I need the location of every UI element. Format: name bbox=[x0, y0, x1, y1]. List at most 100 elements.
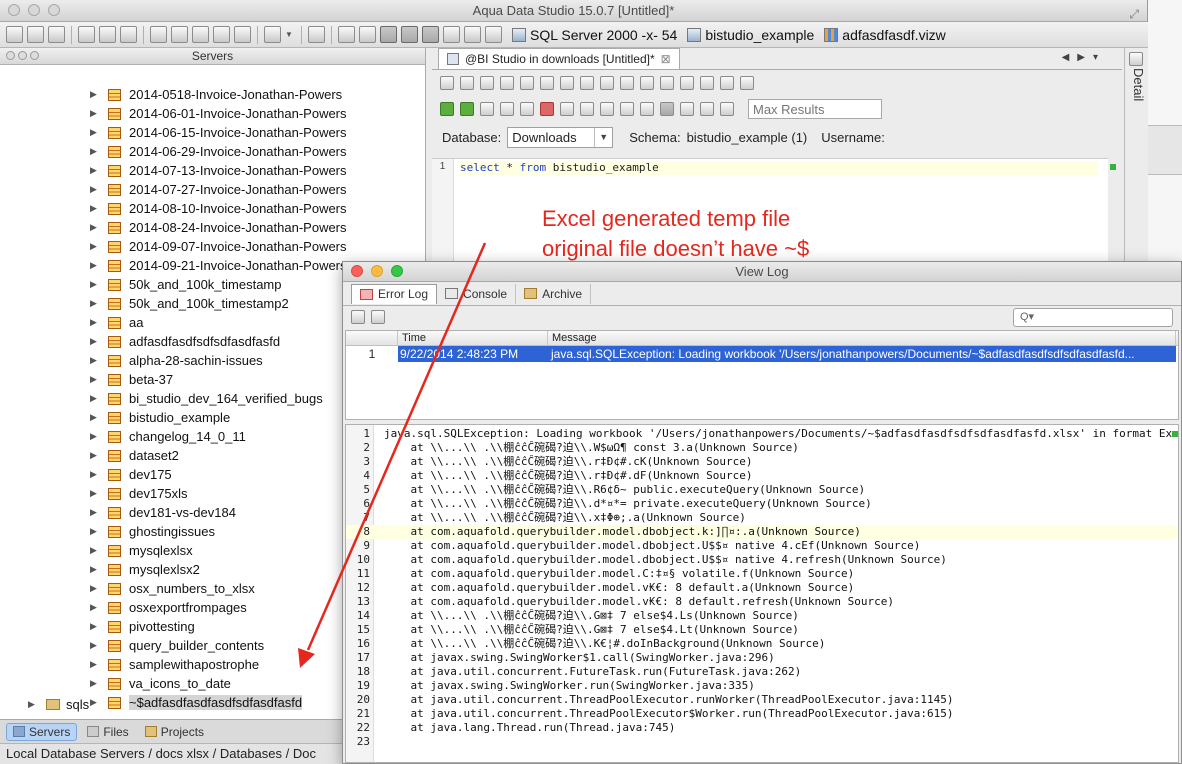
trace-line[interactable]: 22 at java.lang.Thread.run(Thread.java:7… bbox=[346, 721, 1178, 735]
detail-panel-label[interactable]: Detail bbox=[1131, 68, 1146, 101]
tree-node-database[interactable]: ▶ samplewithapostrophe bbox=[90, 655, 259, 674]
replace-icon[interactable] bbox=[700, 76, 714, 90]
tree-node-database[interactable]: ▶ aa bbox=[90, 313, 143, 332]
tree-node-database[interactable]: ▶ beta-37 bbox=[90, 370, 173, 389]
er-diagram-icon[interactable] bbox=[234, 26, 251, 43]
expand-arrow-icon[interactable]: ▶ bbox=[90, 697, 100, 708]
connection-vizw[interactable]: adfasdfasdf.vizw bbox=[824, 27, 946, 43]
undo-icon[interactable] bbox=[640, 76, 654, 90]
expand-arrow-icon[interactable]: ▶ bbox=[90, 355, 100, 366]
execute-current-icon[interactable] bbox=[480, 102, 494, 116]
expand-arrow-icon[interactable]: ▶ bbox=[90, 260, 100, 271]
font-decrease-icon[interactable] bbox=[720, 76, 734, 90]
expand-arrow-icon[interactable]: ▶ bbox=[90, 678, 100, 689]
redo-icon[interactable] bbox=[660, 76, 674, 90]
tree-node-database[interactable]: ▶ osx_numbers_to_xlsx bbox=[90, 579, 255, 598]
expand-arrow-icon[interactable]: ▶ bbox=[90, 184, 100, 195]
zoom-window-button[interactable] bbox=[48, 4, 60, 16]
expand-arrow-icon[interactable]: ▶ bbox=[90, 241, 100, 252]
stack-trace-view[interactable]: 1 java.sql.SQLException: Loading workbook… bbox=[345, 424, 1179, 763]
tree-node-database[interactable]: ▶ 2014-07-13-Invoice-Jonathan-Powers bbox=[90, 161, 347, 180]
connection-bistudio[interactable]: bistudio_example bbox=[687, 27, 814, 43]
tree-node-database[interactable]: ▶ dev175 bbox=[90, 465, 172, 484]
tree-node-database[interactable]: ▶ query_builder_contents bbox=[90, 636, 264, 655]
tree-node-database[interactable]: ▶ ~$adfasdfasdfasdfsdfasdfasfd bbox=[90, 693, 303, 712]
expand-arrow-icon[interactable]: ▶ bbox=[90, 450, 100, 461]
tree-node-database[interactable]: ▶ pivottesting bbox=[90, 617, 195, 636]
results-chart-icon[interactable] bbox=[700, 102, 714, 116]
zoom-window-button[interactable] bbox=[391, 265, 403, 277]
save-icon[interactable] bbox=[480, 76, 494, 90]
auto-commit-icon[interactable] bbox=[600, 102, 614, 116]
find-icon[interactable] bbox=[680, 76, 694, 90]
tree-node-database[interactable]: ▶ ghostingissues bbox=[90, 522, 215, 541]
paste-icon[interactable] bbox=[620, 76, 634, 90]
expand-arrow-icon[interactable]: ▶ bbox=[90, 165, 100, 176]
tree-node-database[interactable]: ▶ va_icons_to_date bbox=[90, 674, 231, 693]
clear-log-icon[interactable] bbox=[351, 310, 365, 324]
trace-line[interactable]: 14 at \\...\\ .\\棚ĉĉĈ碗碣?迫\\.G⊠‡ 7 else$4… bbox=[346, 609, 1178, 623]
trace-line[interactable]: 16 at \\...\\ .\\棚ĉĉĈ碗碣?迫\\.K€¦#.doInBac… bbox=[346, 637, 1178, 651]
panel-close-button[interactable] bbox=[6, 51, 15, 60]
tree-node-database[interactable]: ▶ 2014-06-15-Invoice-Jonathan-Powers bbox=[90, 123, 347, 142]
tree-node-database[interactable]: ▶ bi_studio_dev_164_verified_bugs bbox=[90, 389, 323, 408]
open-icon[interactable] bbox=[460, 76, 474, 90]
grid-layout-icon[interactable] bbox=[338, 26, 355, 43]
server-properties-icon[interactable] bbox=[48, 26, 65, 43]
expand-arrow-icon[interactable]: ▶ bbox=[90, 203, 100, 214]
cascade-icon[interactable] bbox=[464, 26, 481, 43]
connection-sqlserver[interactable]: SQL Server 2000 -x- 54 bbox=[512, 27, 677, 43]
trace-line[interactable]: 8 at com.aquafold.querybuilder.model.dbo… bbox=[346, 525, 1178, 539]
trace-line[interactable]: 23 bbox=[346, 735, 1178, 749]
tree-node-database[interactable]: ▶ 50k_and_100k_timestamp2 bbox=[90, 294, 289, 313]
commit-icon[interactable] bbox=[560, 102, 574, 116]
max-results-input[interactable] bbox=[748, 99, 882, 119]
window-layout-icon[interactable] bbox=[422, 26, 439, 43]
close-window-button[interactable] bbox=[351, 265, 363, 277]
minimize-window-button[interactable] bbox=[28, 4, 40, 16]
trace-line[interactable]: 9 at com.aquafold.querybuilder.model.dbo… bbox=[346, 539, 1178, 553]
copy-log-icon[interactable] bbox=[371, 310, 385, 324]
rollback-icon[interactable] bbox=[580, 102, 594, 116]
trace-line[interactable]: 6 at \\...\\ .\\棚ĉĉĈ碗碣?迫\\.d*¤*= private… bbox=[346, 497, 1178, 511]
copy-icon[interactable] bbox=[600, 76, 614, 90]
table-row[interactable]: 1 9/22/2014 2:48:23 PM java.sql.SQLExcep… bbox=[346, 346, 1178, 362]
tree-node-database[interactable]: ▶ 2014-0518-Invoice-Jonathan-Powers bbox=[90, 85, 342, 104]
tree-node-database[interactable]: ▶ 2014-08-10-Invoice-Jonathan-Powers bbox=[90, 199, 347, 218]
expand-arrow-icon[interactable]: ▶ bbox=[90, 621, 100, 632]
tree-node-database[interactable]: ▶ 2014-09-21-Invoice-Jonathan-Powers bbox=[90, 256, 347, 275]
connect-icon[interactable] bbox=[6, 26, 23, 43]
stack-icon[interactable] bbox=[485, 26, 502, 43]
tab-console[interactable]: Console bbox=[437, 283, 517, 304]
schema-value[interactable]: bistudio_example (1) bbox=[687, 130, 808, 145]
transaction-icon[interactable] bbox=[620, 102, 634, 116]
tree-node-database[interactable]: ▶ 2014-07-27-Invoice-Jonathan-Powers bbox=[90, 180, 347, 199]
tab-archive[interactable]: Archive bbox=[516, 283, 592, 304]
results-pivot-icon[interactable] bbox=[720, 102, 734, 116]
tile-icon[interactable] bbox=[443, 26, 460, 43]
register-server-icon[interactable] bbox=[27, 26, 44, 43]
trace-line[interactable]: 4 at \\...\\ .\\棚ĉĉĈ碗碣?迫\\.r‡Đ¢#.dF(Unkn… bbox=[346, 469, 1178, 483]
tab-navigation-arrows-icon[interactable]: ◀▶▾ bbox=[1062, 52, 1106, 63]
expand-arrow-icon[interactable]: ▶ bbox=[90, 602, 100, 613]
trace-line[interactable]: 1 java.sql.SQLException: Loading workbook… bbox=[346, 427, 1178, 441]
close-window-button[interactable] bbox=[8, 4, 20, 16]
expand-arrow-icon[interactable]: ▶ bbox=[90, 640, 100, 651]
wizard-icon[interactable] bbox=[99, 26, 116, 43]
expand-arrow-icon[interactable]: ▶ bbox=[90, 108, 100, 119]
column-header-message[interactable]: Message bbox=[548, 331, 1176, 345]
tab-error-log[interactable]: Error Log bbox=[351, 283, 438, 304]
expand-arrow-icon[interactable]: ▶ bbox=[90, 89, 100, 100]
page-icon[interactable] bbox=[560, 76, 574, 90]
trace-line[interactable]: 2 at \\...\\ .\\棚ĉĉĈ碗碣?迫\\.W$ωΩ¶ const 3… bbox=[346, 441, 1178, 455]
save-all-icon[interactable] bbox=[520, 76, 534, 90]
log-search-input[interactable]: Q▾ bbox=[1013, 308, 1173, 327]
execute-icon[interactable] bbox=[440, 102, 454, 116]
find-icon[interactable] bbox=[192, 26, 209, 43]
tree-node-database[interactable]: ▶ mysqlexlsx2 bbox=[90, 560, 200, 579]
results-grid-icon[interactable] bbox=[660, 102, 674, 116]
tree-node-database[interactable]: ▶ dev175xls bbox=[90, 484, 188, 503]
expand-arrow-icon[interactable]: ▶ bbox=[90, 317, 100, 328]
tab-files[interactable]: Files bbox=[81, 723, 134, 741]
tree-node-database[interactable]: ▶ adfasdfasdfsdfsdfasdfasfd bbox=[90, 332, 280, 351]
